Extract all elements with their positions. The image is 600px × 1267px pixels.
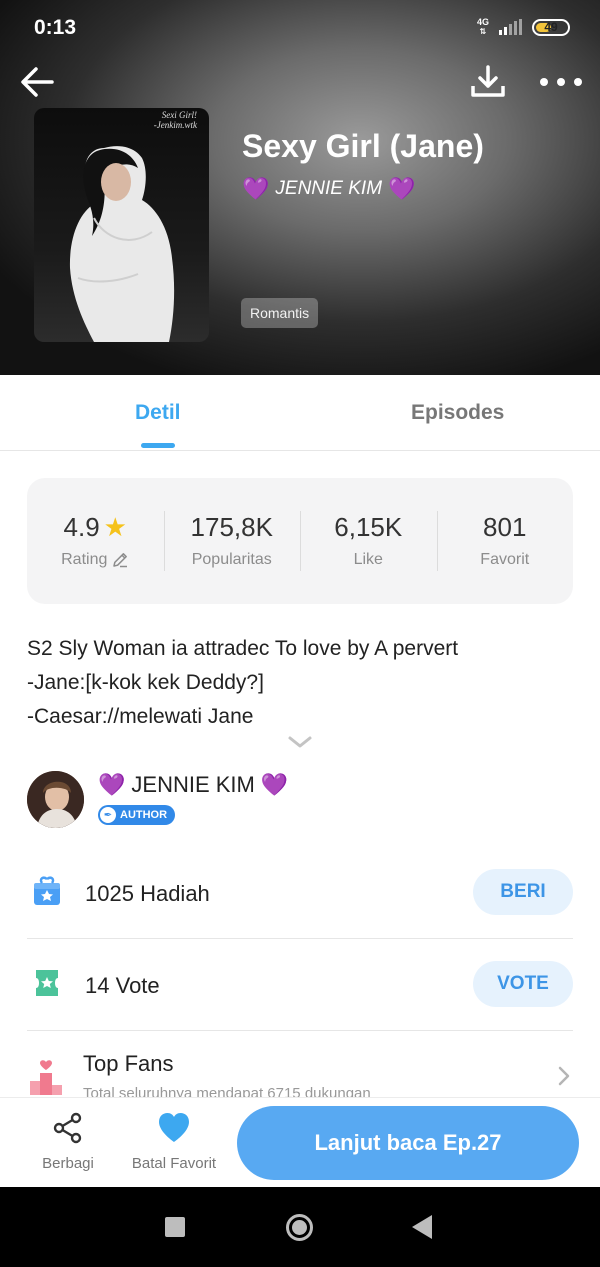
vote-count: 14 bbox=[85, 973, 110, 998]
cover-illustration bbox=[69, 146, 175, 342]
rating-value: 4.9 bbox=[63, 511, 100, 542]
share-label: Berbagi bbox=[42, 1155, 94, 1172]
network-type: 4G ⇅ bbox=[476, 17, 489, 37]
rating-label: Rating bbox=[61, 551, 108, 568]
bottom-action-bar: Berbagi Batal Favorit Lanjut baca Ep.27 bbox=[0, 1097, 600, 1187]
podium-icon bbox=[30, 1060, 62, 1095]
tab-detil[interactable]: Detil bbox=[135, 401, 181, 425]
stat-popularity: 175,8K Popularitas bbox=[163, 511, 301, 571]
more-button[interactable] bbox=[538, 62, 584, 102]
chevron-down-icon[interactable] bbox=[287, 733, 313, 751]
book-header: 0:13 4G ⇅ 49 Sexi Girl! -Jenkim.wtk Sexy… bbox=[0, 0, 600, 375]
pen-nib-icon: ✒ bbox=[100, 807, 116, 823]
top-fans-subtitle: Total seluruhnya mendapat 6715 dukungan bbox=[83, 1085, 371, 1097]
like-label: Like bbox=[353, 551, 383, 568]
synopsis-line: S2 Sly Woman ia attradec To love by A pe… bbox=[27, 637, 459, 660]
data-arrows-icon: ⇅ bbox=[479, 27, 487, 36]
gift-label: Hadiah bbox=[140, 881, 210, 906]
author-name: JENNIE KIM bbox=[131, 772, 255, 797]
battery-icon: 49 bbox=[532, 18, 570, 36]
book-cover: Sexi Girl! -Jenkim.wtk bbox=[34, 108, 209, 342]
continue-reading-button[interactable]: Lanjut baca Ep.27 bbox=[237, 1106, 579, 1180]
popularity-label: Popularitas bbox=[191, 551, 272, 568]
purple-heart-icon: 💜 bbox=[98, 772, 126, 797]
tab-bar: Detil Episodes bbox=[0, 375, 600, 451]
synopsis-line: -Jane:[k-kok kek Deddy?] bbox=[27, 671, 264, 694]
download-button[interactable] bbox=[468, 62, 508, 102]
stat-rating[interactable]: 4.9 ★ Rating bbox=[27, 511, 164, 571]
give-gift-button[interactable]: BERI bbox=[473, 869, 573, 915]
vote-button[interactable]: VOTE bbox=[473, 961, 573, 1007]
vote-ticket-icon bbox=[36, 970, 58, 996]
vote-row: 14 Vote VOTE bbox=[27, 939, 573, 1031]
gift-count: 1025 bbox=[85, 881, 134, 906]
favorite-label: Batal Favorit bbox=[131, 1155, 217, 1172]
star-icon: ★ bbox=[103, 511, 127, 542]
avatar-illustration bbox=[27, 771, 84, 828]
popularity-value: 175,8K bbox=[190, 511, 273, 542]
recent-apps-icon[interactable] bbox=[165, 1217, 185, 1237]
heart-icon bbox=[159, 1113, 189, 1142]
top-fans-row[interactable]: Top Fans Total seluruhnya mendapat 6715 … bbox=[27, 1031, 573, 1097]
arrow-left-icon bbox=[21, 67, 54, 97]
active-tab-indicator bbox=[141, 443, 175, 448]
back-button[interactable] bbox=[18, 62, 58, 102]
status-time: 0:13 bbox=[34, 16, 77, 39]
share-button[interactable]: Berbagi bbox=[30, 1112, 106, 1172]
stat-favorite: 801 Favorit bbox=[436, 511, 574, 571]
chevron-right-icon bbox=[558, 1066, 570, 1086]
author-name: JENNIE KIM bbox=[275, 178, 383, 199]
synopsis[interactable]: S2 Sly Woman ia attradec To love by A pe… bbox=[27, 632, 573, 734]
status-indicators: 4G ⇅ 49 bbox=[477, 18, 570, 36]
download-icon bbox=[471, 65, 505, 97]
author-name-row[interactable]: 💜 JENNIE KIM 💜 bbox=[98, 772, 288, 798]
stats-card: 4.9 ★ Rating 175,8K Popularitas 6,15K Li… bbox=[27, 478, 573, 604]
more-horizontal-icon bbox=[540, 78, 548, 86]
edit-pencil-icon bbox=[113, 553, 128, 568]
purple-heart-icon: 💜 bbox=[388, 176, 416, 201]
gift-icon bbox=[34, 876, 60, 905]
author-avatar[interactable] bbox=[27, 771, 84, 828]
genre-tag[interactable]: Romantis bbox=[241, 298, 319, 328]
top-fans-title: Top Fans bbox=[83, 1051, 174, 1076]
author-badge: ✒ AUTHOR bbox=[98, 805, 176, 825]
synopsis-line: -Caesar://melewati Jane bbox=[27, 705, 254, 728]
book-title: Sexy Girl (Jane) bbox=[242, 128, 484, 164]
unfavorite-button[interactable]: Batal Favorit bbox=[122, 1112, 226, 1172]
system-back-icon[interactable] bbox=[412, 1215, 432, 1239]
purple-heart-icon: 💜 bbox=[260, 772, 289, 797]
gift-row: 1025 Hadiah BERI bbox=[27, 847, 573, 939]
stat-like: 6,15K Like bbox=[300, 511, 437, 571]
like-value: 6,15K bbox=[334, 511, 403, 542]
vote-label: Vote bbox=[115, 973, 160, 998]
signal-icon bbox=[499, 19, 522, 35]
system-navigation-bar bbox=[0, 1187, 600, 1267]
tab-episodes[interactable]: Episodes bbox=[411, 401, 504, 425]
favorite-label: Favorit bbox=[480, 551, 530, 568]
status-bar: 0:13 4G ⇅ 49 bbox=[0, 0, 600, 56]
favorite-value: 801 bbox=[483, 511, 527, 542]
purple-heart-icon: 💜 bbox=[242, 176, 270, 201]
home-icon[interactable] bbox=[286, 1214, 313, 1241]
share-icon bbox=[53, 1112, 82, 1144]
battery-percent: 49 bbox=[544, 20, 558, 34]
book-author[interactable]: 💜 JENNIE KIM 💜 bbox=[242, 176, 415, 202]
cover-caption: Sexi Girl! -Jenkim.wtk bbox=[153, 110, 197, 130]
